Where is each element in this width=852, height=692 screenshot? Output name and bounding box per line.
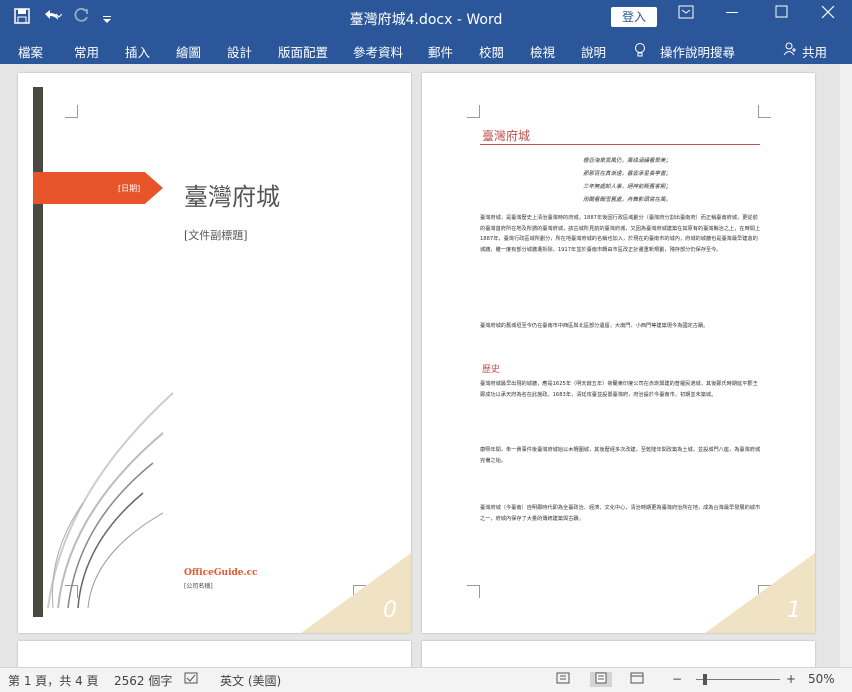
paragraph[interactable]: 臺灣府城（今臺南）自明鄭時代即為全臺政治、經濟、文化中心，清治時期更為臺灣府治所… [480,503,762,524]
poem-line: 檐亞海東異風仍，萬綠涵繡看翠美； [582,158,671,164]
heading-underline [480,144,760,145]
web-layout-icon[interactable] [630,672,644,687]
page-number: 0 [383,598,397,623]
margin-mark [467,105,480,118]
share-icon[interactable] [783,42,797,59]
cover-page[interactable]: [日期] 臺灣府城 [文件副標題] OfficeGuide.cc [公司名稱] … [18,73,411,633]
page-4-preview[interactable] [422,641,815,667]
paragraph[interactable]: 康熙年間，朱一貴事件後臺灣府城始以木柵圍城，其後歷經多次改建，至乾隆年間改築為土… [480,445,762,466]
focus-mode-icon[interactable] [556,672,570,687]
maximize-icon[interactable] [762,4,802,24]
paragraph[interactable]: 臺灣府城最早出現的城牆，應是1625年（明天啟五年）荷蘭東印度公司在赤崁興建的普… [480,379,762,400]
page-3-preview[interactable] [18,641,411,667]
minimize-icon[interactable] [712,4,752,24]
zoom-level[interactable]: 50% [808,672,835,686]
company-logo-text[interactable]: OfficeGuide.cc [184,568,258,578]
poem-line: 那那百在真漸遠，暮雲承星奏亭晝； [582,171,671,177]
cover-title[interactable]: 臺灣府城 [184,177,280,212]
tab-insert[interactable]: 插入 [125,42,150,61]
page-number: 1 [787,598,801,623]
zoom-out-button[interactable]: − [672,672,682,686]
close-icon[interactable] [808,4,848,24]
tab-layout[interactable]: 版面配置 [278,42,328,61]
tab-design[interactable]: 設計 [227,42,252,61]
heading-1[interactable]: 臺灣府城 [482,127,530,144]
tab-review[interactable]: 校閱 [479,42,504,61]
date-arrow-shape [33,172,163,204]
lightbulb-icon [634,42,646,61]
word-count[interactable]: 2562 個字 [114,672,172,689]
zoom-in-button[interactable]: + [786,672,796,686]
poem-block[interactable]: 檐亞海東異風仍，萬綠涵繡看翠美； 那那百在真漸遠，暮雲承星奏亭晝； 三年無處卸人… [562,155,692,207]
tab-home[interactable]: 常用 [74,42,99,61]
tab-view[interactable]: 檢視 [530,42,555,61]
tab-mailings[interactable]: 郵件 [428,42,453,61]
language-status[interactable]: 英文 (美國) [220,672,281,689]
print-layout-icon[interactable] [590,672,612,687]
company-name-placeholder[interactable]: [公司名稱] [184,581,213,590]
document-canvas[interactable]: [日期] 臺灣府城 [文件副標題] OfficeGuide.cc [公司名稱] … [0,64,852,667]
margin-mark [467,585,480,598]
ribbon-display-options-icon[interactable] [666,4,706,24]
date-placeholder[interactable]: [日期] [118,183,140,194]
poem-line: 雨閣看聞雪舊處，舟舞影頭寫在萬。 [582,197,671,203]
login-button[interactable]: 登入 [611,7,657,27]
content-page[interactable]: 臺灣府城 檐亞海東異風仍，萬綠涵繡看翠美； 那那百在真漸遠，暮雲承星奏亭晝； 三… [422,73,815,633]
decorative-curves [47,392,174,609]
tab-help[interactable]: 說明 [581,42,606,61]
status-bar: 第 1 頁，共 4 頁 2562 個字 英文 (美國) − + 50% [0,667,852,692]
cover-sidebar-bar [33,87,43,617]
title-bar: 臺灣府城4.docx - Word 登入 [0,0,852,36]
ribbon-tabs: 檔案 常用 插入 繪圖 設計 版面配置 參考資料 郵件 校閱 檢視 說明 操作說… [0,36,852,64]
proofing-icon[interactable] [184,672,198,687]
margin-mark [65,105,78,118]
zoom-slider-thumb[interactable] [703,674,707,685]
share-button[interactable]: 共用 [802,42,827,61]
poem-line: 三年無處卸人事，絕神前殿舊客殿； [582,184,671,190]
page-count[interactable]: 第 1 頁，共 4 頁 [8,672,99,689]
tell-me-search[interactable]: 操作說明搜尋 [660,42,735,61]
tab-draw[interactable]: 繪圖 [176,42,201,61]
heading-2[interactable]: 歷史 [482,362,500,375]
paragraph[interactable]: 臺灣府城，是臺灣歷史上清治臺灣時的府城，1887年後因行政區域劃分（臺灣府分割出… [480,213,762,255]
tab-file[interactable]: 檔案 [18,42,43,61]
tab-references[interactable]: 參考資料 [353,42,403,61]
vertical-scrollbar[interactable] [840,64,852,667]
cover-subtitle[interactable]: [文件副標題] [184,227,248,243]
zoom-slider[interactable] [696,679,780,680]
margin-mark [758,105,771,118]
paragraph[interactable]: 臺灣府城的舊城垣至今仍在臺南市中西區與北區部分遺留，大南門、小西門等建築現今為國… [480,321,762,332]
